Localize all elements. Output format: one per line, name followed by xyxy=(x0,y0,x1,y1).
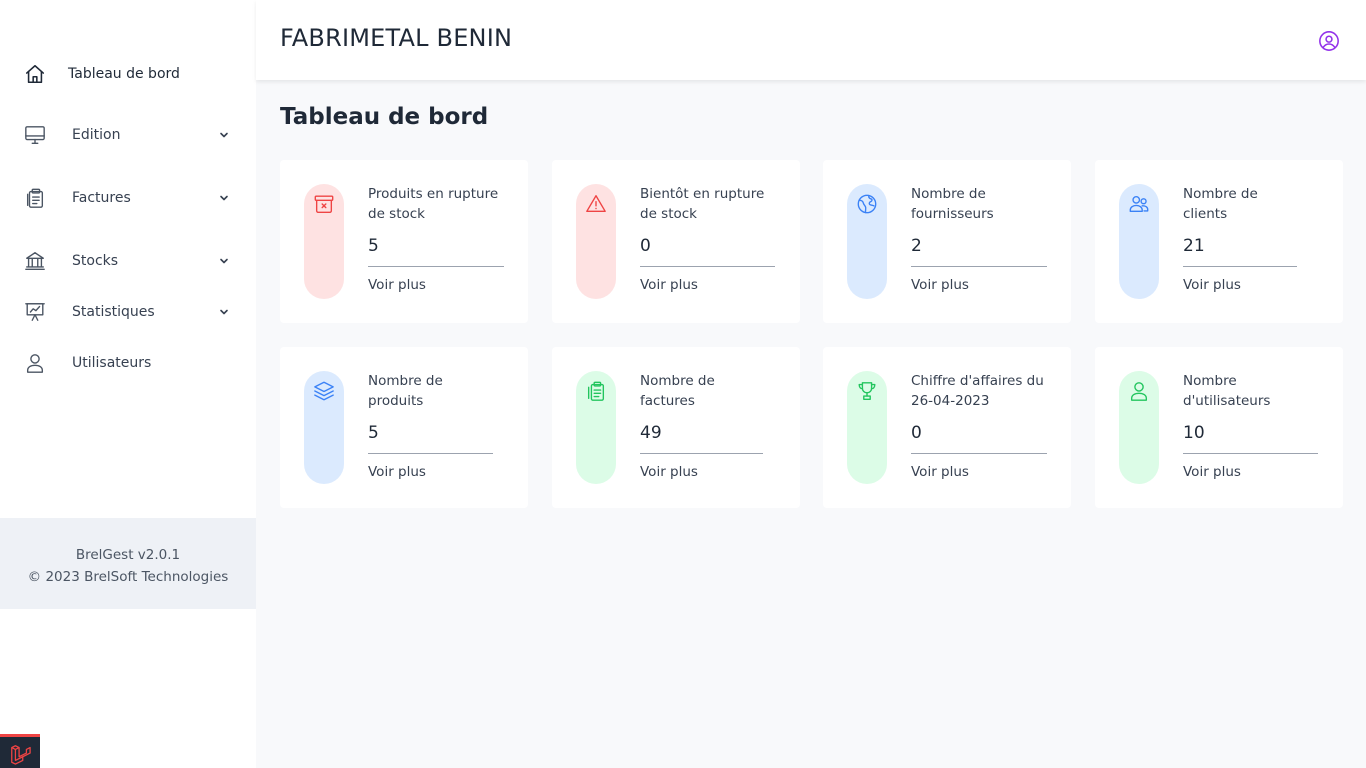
presentation-chart-icon xyxy=(25,303,45,321)
voir-plus-link[interactable]: Voir plus xyxy=(640,277,775,293)
icon-pill xyxy=(304,184,344,299)
voir-plus-link[interactable]: Voir plus xyxy=(368,277,504,293)
chevron-down-icon xyxy=(220,258,228,264)
sidebar-item-edition[interactable]: Edition xyxy=(0,115,256,155)
voir-plus-link[interactable]: Voir plus xyxy=(1183,464,1318,480)
voir-plus-link[interactable]: Voir plus xyxy=(1183,277,1297,293)
card-value: 0 xyxy=(911,423,1047,454)
sidebar-item-label: Utilisateurs xyxy=(72,355,152,371)
card-value: 5 xyxy=(368,236,504,267)
page-title: Tableau de bord xyxy=(280,104,489,130)
icon-pill xyxy=(847,371,887,484)
sidebar-item-label: Tableau de bord xyxy=(68,66,180,82)
stat-card-produits: Nombre de produits 5 Voir plus xyxy=(280,347,528,508)
sidebar: Tableau de bord Edition Factures Stocks … xyxy=(0,0,256,768)
card-label: Nombre de fournisseurs xyxy=(911,186,994,222)
card-label: Chiffre d'affaires du 26-04-2023 xyxy=(911,373,1044,409)
monitor-icon xyxy=(25,126,45,144)
warning-icon xyxy=(586,195,606,213)
app-version: BrelGest v2.0.1 xyxy=(75,547,181,563)
card-value: 10 xyxy=(1183,423,1318,454)
stat-card-chiffre-affaires: Chiffre d'affaires du 26-04-2023 0 Voir … xyxy=(823,347,1071,508)
clipboard-icon xyxy=(26,188,44,208)
card-value: 5 xyxy=(368,423,493,454)
card-label: Nombre d'utilisateurs xyxy=(1183,373,1271,409)
top-header: FABRIMETAL BENIN xyxy=(256,0,1366,80)
sidebar-item-stocks[interactable]: Stocks xyxy=(0,241,256,281)
sidebar-item-factures[interactable]: Factures xyxy=(0,178,256,218)
sidebar-item-statistiques[interactable]: Statistiques xyxy=(0,292,256,332)
sidebar-item-label: Edition xyxy=(72,127,121,143)
globe-icon xyxy=(857,194,877,214)
user-icon xyxy=(1130,382,1148,401)
trophy-icon xyxy=(858,382,876,400)
icon-pill xyxy=(304,371,344,484)
icon-pill xyxy=(1119,371,1159,484)
stat-card-rupture-stock: Produits en rupture de stock 5 Voir plus xyxy=(280,160,528,323)
card-label: Nombre de produits xyxy=(368,373,443,409)
sidebar-item-utilisateurs[interactable]: Utilisateurs xyxy=(0,343,256,383)
laravel-logo-icon xyxy=(11,745,31,765)
card-value: 49 xyxy=(640,423,763,454)
voir-plus-link[interactable]: Voir plus xyxy=(911,464,1047,480)
chevron-down-icon xyxy=(220,309,228,315)
documents-icon xyxy=(587,381,605,401)
layers-icon xyxy=(314,381,334,401)
sidebar-item-tableau-de-bord[interactable]: Tableau de bord xyxy=(0,54,256,94)
card-label: Nombre de clients xyxy=(1183,186,1258,222)
card-value: 0 xyxy=(640,236,775,267)
stat-card-fournisseurs: Nombre de fournisseurs 2 Voir plus xyxy=(823,160,1071,323)
chevron-down-icon xyxy=(220,195,228,201)
stat-card-utilisateurs: Nombre d'utilisateurs 10 Voir plus xyxy=(1095,347,1343,508)
icon-pill xyxy=(1119,184,1159,299)
stat-card-factures: Nombre de factures 49 Voir plus xyxy=(552,347,800,508)
card-label: Bientôt en rupture de stock xyxy=(640,186,765,222)
users-icon xyxy=(1129,195,1149,213)
icon-pill xyxy=(847,184,887,299)
voir-plus-link[interactable]: Voir plus xyxy=(368,464,493,480)
icon-pill xyxy=(576,371,616,484)
copyright: © 2023 BrelSoft Technologies xyxy=(27,569,229,585)
card-label: Produits en rupture de stock xyxy=(368,186,499,222)
user-circle-icon[interactable] xyxy=(1318,30,1340,52)
sidebar-item-label: Stocks xyxy=(72,253,119,269)
sidebar-item-label: Factures xyxy=(72,190,131,206)
stat-card-clients: Nombre de clients 21 Voir plus xyxy=(1095,160,1343,323)
home-icon xyxy=(25,64,45,84)
voir-plus-link[interactable]: Voir plus xyxy=(911,277,1047,293)
laravel-debugbar-button[interactable] xyxy=(0,734,40,768)
archive-x-icon xyxy=(314,195,334,213)
card-label: Nombre de factures xyxy=(640,373,715,409)
icon-pill xyxy=(576,184,616,299)
user-icon xyxy=(26,354,44,373)
sidebar-item-label: Statistiques xyxy=(72,304,155,320)
card-value: 2 xyxy=(911,236,1047,267)
stat-card-bientot-rupture: Bientôt en rupture de stock 0 Voir plus xyxy=(552,160,800,323)
chevron-down-icon xyxy=(220,132,228,138)
sidebar-footer: BrelGest v2.0.1 © 2023 BrelSoft Technolo… xyxy=(0,518,256,609)
voir-plus-link[interactable]: Voir plus xyxy=(640,464,763,480)
company-name: FABRIMETAL BENIN xyxy=(280,24,513,52)
bank-icon xyxy=(25,252,45,270)
card-value: 21 xyxy=(1183,236,1297,267)
